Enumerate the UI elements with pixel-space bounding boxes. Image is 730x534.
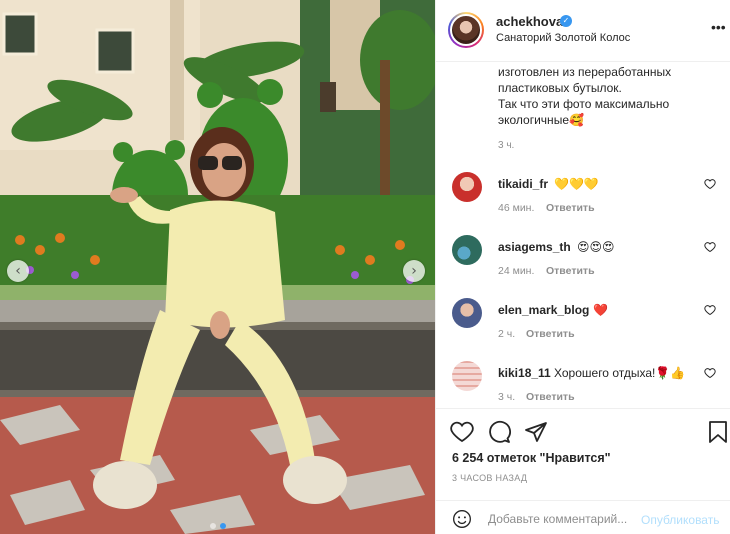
comment-like-icon[interactable]: [704, 304, 716, 316]
post-caption: изготовлен из переработанных пластиковых…: [498, 64, 713, 128]
caption-line: экологичные: [498, 113, 569, 127]
heart-outline-icon[interactable]: [450, 420, 474, 444]
post-location[interactable]: Санаторий Золотой Колос: [496, 32, 630, 44]
commenter-username[interactable]: elen_mark_blog: [498, 303, 589, 317]
comment-time: 46 мин.: [498, 202, 535, 214]
commenter-username[interactable]: tikaidi_fr: [498, 177, 548, 191]
reply-button[interactable]: Ответить: [526, 328, 575, 340]
commenter-avatar[interactable]: [452, 172, 482, 202]
caption-line: пластиковых бутылок.: [498, 81, 622, 95]
commenter-avatar[interactable]: [452, 298, 482, 328]
comment-text: 😍😍😍: [577, 240, 615, 254]
verified-badge-icon: ✓: [560, 15, 572, 27]
caption-line: изготовлен из переработанных: [498, 65, 672, 79]
comment-bubble-icon[interactable]: [487, 420, 511, 444]
emoji-smile-icon[interactable]: [452, 509, 472, 529]
comment-item: asiagems_th 😍😍😍 24 мин. Ответить: [436, 235, 730, 295]
comment-time: 24 мин.: [498, 265, 535, 277]
photo-illustration: [0, 0, 435, 534]
smiling-hearts-emoji: 🥰: [569, 113, 584, 127]
reply-button[interactable]: Ответить: [526, 391, 575, 403]
likes-count[interactable]: 6 254 отметок "Нравится": [452, 451, 611, 465]
post-actions-bar: [436, 408, 730, 450]
comment-item: elen_mark_blog ❤️ 2 ч. Ответить: [436, 298, 730, 358]
comment-text: 💛💛💛: [554, 177, 599, 191]
author-avatar[interactable]: [448, 12, 484, 48]
post-header: achekhova ✓ Санаторий Золотой Колос •••: [436, 0, 730, 62]
comment-text: Хорошего отдыха!🌹👍: [554, 366, 686, 380]
comment-like-icon[interactable]: [704, 241, 716, 253]
caption-line: Так что эти фото максимально: [498, 97, 670, 111]
more-options-icon[interactable]: •••: [711, 19, 726, 35]
reply-button[interactable]: Ответить: [546, 265, 595, 277]
commenter-username[interactable]: kiki18_11: [498, 366, 551, 380]
next-photo-button[interactable]: ›: [403, 260, 425, 282]
comment-item: tikaidi_fr 💛💛💛 46 мин. Ответить: [436, 172, 730, 232]
comment-item: kiki18_11 Хорошего отдыха!🌹👍 3 ч. Ответи…: [436, 361, 730, 408]
commenter-avatar[interactable]: [452, 361, 482, 391]
comment-time: 3 ч.: [498, 391, 516, 403]
carousel-dot: [209, 523, 216, 529]
carousel-dots: [0, 523, 435, 529]
paper-plane-icon[interactable]: [524, 420, 548, 444]
author-username[interactable]: achekhova: [496, 14, 563, 29]
post-side-panel: achekhova ✓ Санаторий Золотой Колос ••• …: [435, 0, 730, 534]
comments-list[interactable]: изготовлен из переработанных пластиковых…: [436, 62, 730, 408]
reply-button[interactable]: Ответить: [546, 202, 595, 214]
comment-like-icon[interactable]: [704, 178, 716, 190]
commenter-username[interactable]: asiagems_th: [498, 240, 571, 254]
comment-time: 2 ч.: [498, 328, 516, 340]
comment-text: ❤️: [593, 303, 608, 317]
publish-button[interactable]: Опубликовать: [641, 513, 719, 527]
previous-photo-button[interactable]: ‹: [7, 260, 29, 282]
comment-like-icon[interactable]: [704, 367, 716, 379]
bookmark-icon[interactable]: [706, 420, 730, 444]
commenter-avatar[interactable]: [452, 235, 482, 265]
add-comment-bar: Опубликовать: [436, 500, 730, 534]
carousel-dot-active: [219, 523, 226, 529]
add-comment-input[interactable]: [488, 509, 638, 529]
post-timestamp[interactable]: 3 ЧАСОВ НАЗАД: [452, 473, 527, 483]
post-photo[interactable]: ‹ ›: [0, 0, 435, 534]
caption-timestamp: 3 ч.: [498, 140, 515, 151]
